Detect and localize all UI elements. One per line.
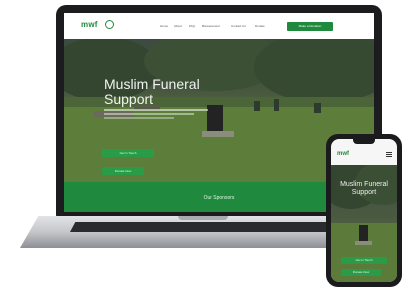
hero-description-line [104,109,208,111]
site-logo[interactable]: mwf [81,20,98,29]
nav-link-contact[interactable]: Contact Us [231,24,246,28]
nav-link-donate[interactable]: Donate [255,24,265,28]
phone-donate-button[interactable]: Donate Now [341,269,381,276]
phone-hero-title: Muslim Funeral Support [340,181,388,196]
hero-description-line [104,113,194,115]
nav-link-about[interactable]: About [174,24,182,28]
phone-hero-section: Muslim Funeral Support Get in Touch Dona… [331,165,397,282]
logo-leaf-icon [105,20,114,29]
hero-description-line [104,117,174,119]
hero-get-in-touch-button[interactable]: Get in Touch [102,149,154,157]
phone-notch [353,139,375,144]
site-navbar: mwf Home About FAQ Bereavement Contact U… [64,13,374,39]
phone-screen: mwf Muslim Funeral Support Get in Touch … [331,139,397,282]
nav-link-home[interactable]: Home [160,24,168,28]
hamburger-menu-icon[interactable] [386,152,392,153]
laptop-keyboard [70,222,336,232]
nav-donate-button[interactable]: Make a Donation [287,22,333,31]
nav-link-faq[interactable]: FAQ [189,24,195,28]
phone-site-logo[interactable]: mwf [337,151,349,157]
nav-link-bereavement[interactable]: Bereavement [202,24,220,28]
hero-donate-button[interactable]: Donate Now [102,167,144,175]
hero-title: Muslim Funeral Support [104,76,200,107]
laptop-hinge-notch [178,216,228,220]
phone-get-in-touch-button[interactable]: Get in Touch [341,257,387,264]
